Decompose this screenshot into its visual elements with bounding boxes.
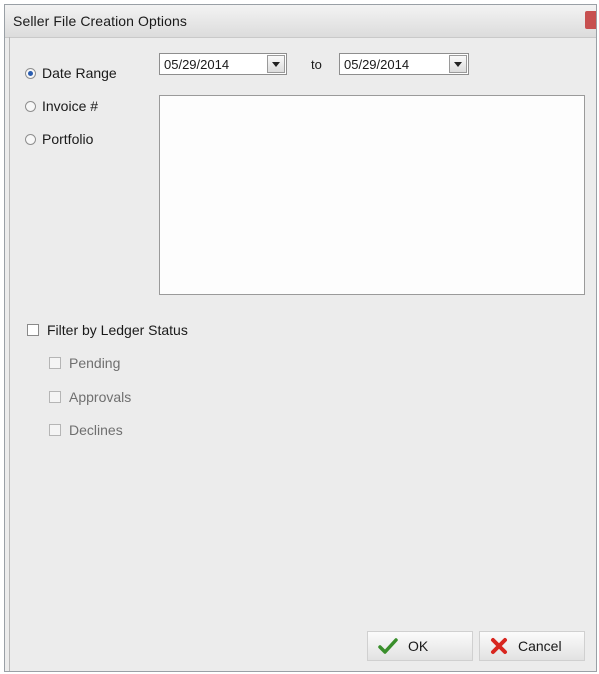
from-date-picker[interactable]: 05/29/2014 <box>159 53 287 75</box>
checkmark-icon <box>378 638 398 654</box>
radio-label-date-range: Date Range <box>42 65 117 81</box>
x-icon <box>490 637 508 655</box>
filter-ledger-status-label: Filter by Ledger Status <box>47 322 188 338</box>
checkbox-icon-filter[interactable] <box>27 324 39 336</box>
radio-invoice[interactable]: Invoice # <box>25 98 98 114</box>
radio-icon-date-range[interactable] <box>25 67 36 79</box>
radio-date-range[interactable]: Date Range <box>25 65 117 81</box>
selection-list-box[interactable] <box>159 95 585 295</box>
approvals-checkbox[interactable]: Approvals <box>49 389 131 405</box>
chevron-down-icon[interactable] <box>449 55 467 73</box>
checkbox-icon-approvals[interactable] <box>49 391 61 403</box>
declines-label: Declines <box>69 422 123 438</box>
ok-button[interactable]: OK <box>367 631 473 661</box>
chevron-down-icon[interactable] <box>267 55 285 73</box>
seller-file-creation-dialog: Seller File Creation Options Date Range … <box>4 4 597 672</box>
to-label: to <box>311 57 322 72</box>
from-date-value: 05/29/2014 <box>164 56 230 72</box>
to-date-picker[interactable]: 05/29/2014 <box>339 53 469 75</box>
checkbox-icon-pending[interactable] <box>49 357 61 369</box>
radio-icon-portfolio[interactable] <box>25 133 36 145</box>
dialog-title: Seller File Creation Options <box>13 13 187 29</box>
approvals-label: Approvals <box>69 389 132 405</box>
checkbox-icon-declines[interactable] <box>49 424 61 436</box>
pending-checkbox[interactable]: Pending <box>49 355 120 371</box>
radio-icon-invoice[interactable] <box>25 100 36 112</box>
filter-ledger-status-checkbox[interactable]: Filter by Ledger Status <box>27 322 188 338</box>
title-bar[interactable]: Seller File Creation Options <box>5 5 596 38</box>
cancel-label: Cancel <box>518 638 562 654</box>
radio-label-portfolio: Portfolio <box>42 131 94 147</box>
pending-label: Pending <box>69 355 121 371</box>
cancel-button[interactable]: Cancel <box>479 631 585 661</box>
dialog-content: Date Range Invoice # Portfolio 05/29/201… <box>5 37 596 671</box>
to-date-value: 05/29/2014 <box>344 56 410 72</box>
close-button[interactable] <box>585 11 596 29</box>
radio-label-invoice: Invoice # <box>42 98 99 114</box>
declines-checkbox[interactable]: Declines <box>49 422 123 438</box>
radio-portfolio[interactable]: Portfolio <box>25 131 93 147</box>
ok-label: OK <box>408 638 429 654</box>
